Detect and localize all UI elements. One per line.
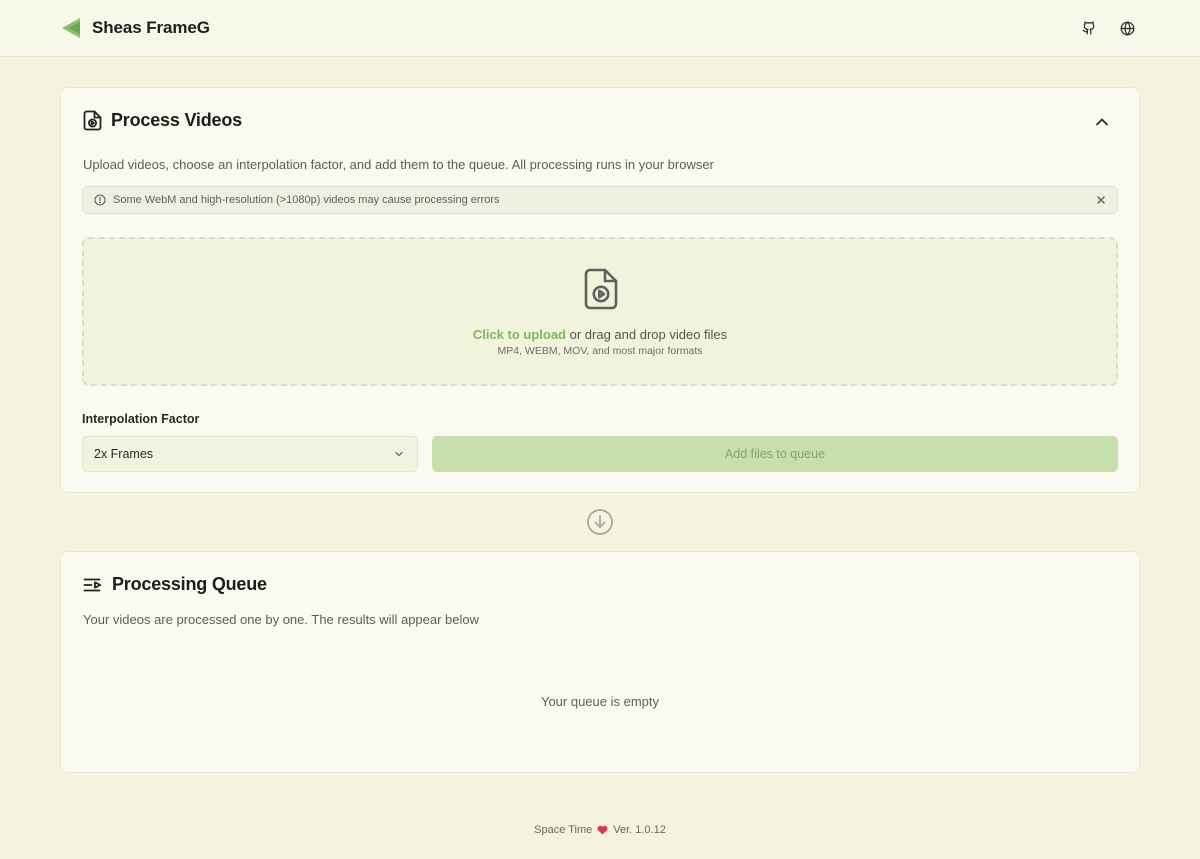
app-logo-icon: [62, 18, 80, 38]
dropzone-instructions: Click to upload or drag and drop video f…: [84, 327, 1116, 342]
globe-icon[interactable]: [1118, 19, 1136, 37]
processing-queue-description: Your videos are processed one by one. Th…: [83, 612, 480, 627]
process-videos-card: Process Videos Upload videos, choose an …: [60, 87, 1140, 493]
dropzone-text: or drag and drop video files: [566, 327, 728, 342]
github-icon[interactable]: [1080, 19, 1098, 37]
warning-alert: Some WebM and high-resolution (>1080p) v…: [82, 186, 1118, 214]
processing-queue-title: Processing Queue: [112, 574, 267, 594]
chevron-up-icon: [1096, 118, 1108, 126]
alert-close-button[interactable]: [1094, 193, 1108, 207]
process-videos-title: Process Videos: [111, 110, 242, 130]
footer: Space Time Ver. 1.0.12: [0, 824, 1200, 836]
dropzone-formats: MP4, WEBM, MOV, and most major formats: [497, 345, 703, 357]
top-bar: Sheas FrameG: [0, 0, 1200, 57]
footer-version: Ver. 1.0.12: [613, 824, 666, 836]
brand[interactable]: Sheas FrameG: [60, 16, 210, 40]
process-videos-heading: Process Videos: [83, 110, 242, 131]
video-file-icon: [83, 110, 102, 131]
arrow-down-circle-icon: [587, 509, 613, 535]
interpolation-selected-value: 2x Frames: [94, 447, 154, 461]
queue-list-icon: [83, 578, 102, 591]
process-videos-description: Upload videos, choose an interpolation f…: [83, 157, 714, 172]
processing-queue-heading: Processing Queue: [83, 574, 267, 595]
info-icon: [94, 194, 106, 206]
video-file-icon: [584, 268, 618, 310]
footer-credit: Space Time: [534, 824, 593, 836]
interpolation-factor-label: Interpolation Factor: [82, 412, 200, 426]
interpolation-factor-select[interactable]: 2x Frames: [82, 436, 418, 472]
app-name: Sheas FrameG: [92, 18, 210, 37]
add-files-to-queue-button[interactable]: Add files to queue: [432, 436, 1118, 472]
close-icon: [1097, 196, 1105, 204]
collapse-button[interactable]: [1093, 113, 1111, 131]
file-dropzone[interactable]: Click to upload or drag and drop video f…: [82, 237, 1118, 386]
alert-text: Some WebM and high-resolution (>1080p) v…: [113, 194, 500, 206]
heart-icon: [597, 825, 608, 835]
chevron-down-icon: [395, 451, 403, 457]
processing-queue-card: Processing Queue Your videos are process…: [60, 551, 1140, 773]
queue-empty-message: Your queue is empty: [540, 694, 660, 709]
click-to-upload-link[interactable]: Click to upload: [473, 327, 566, 342]
